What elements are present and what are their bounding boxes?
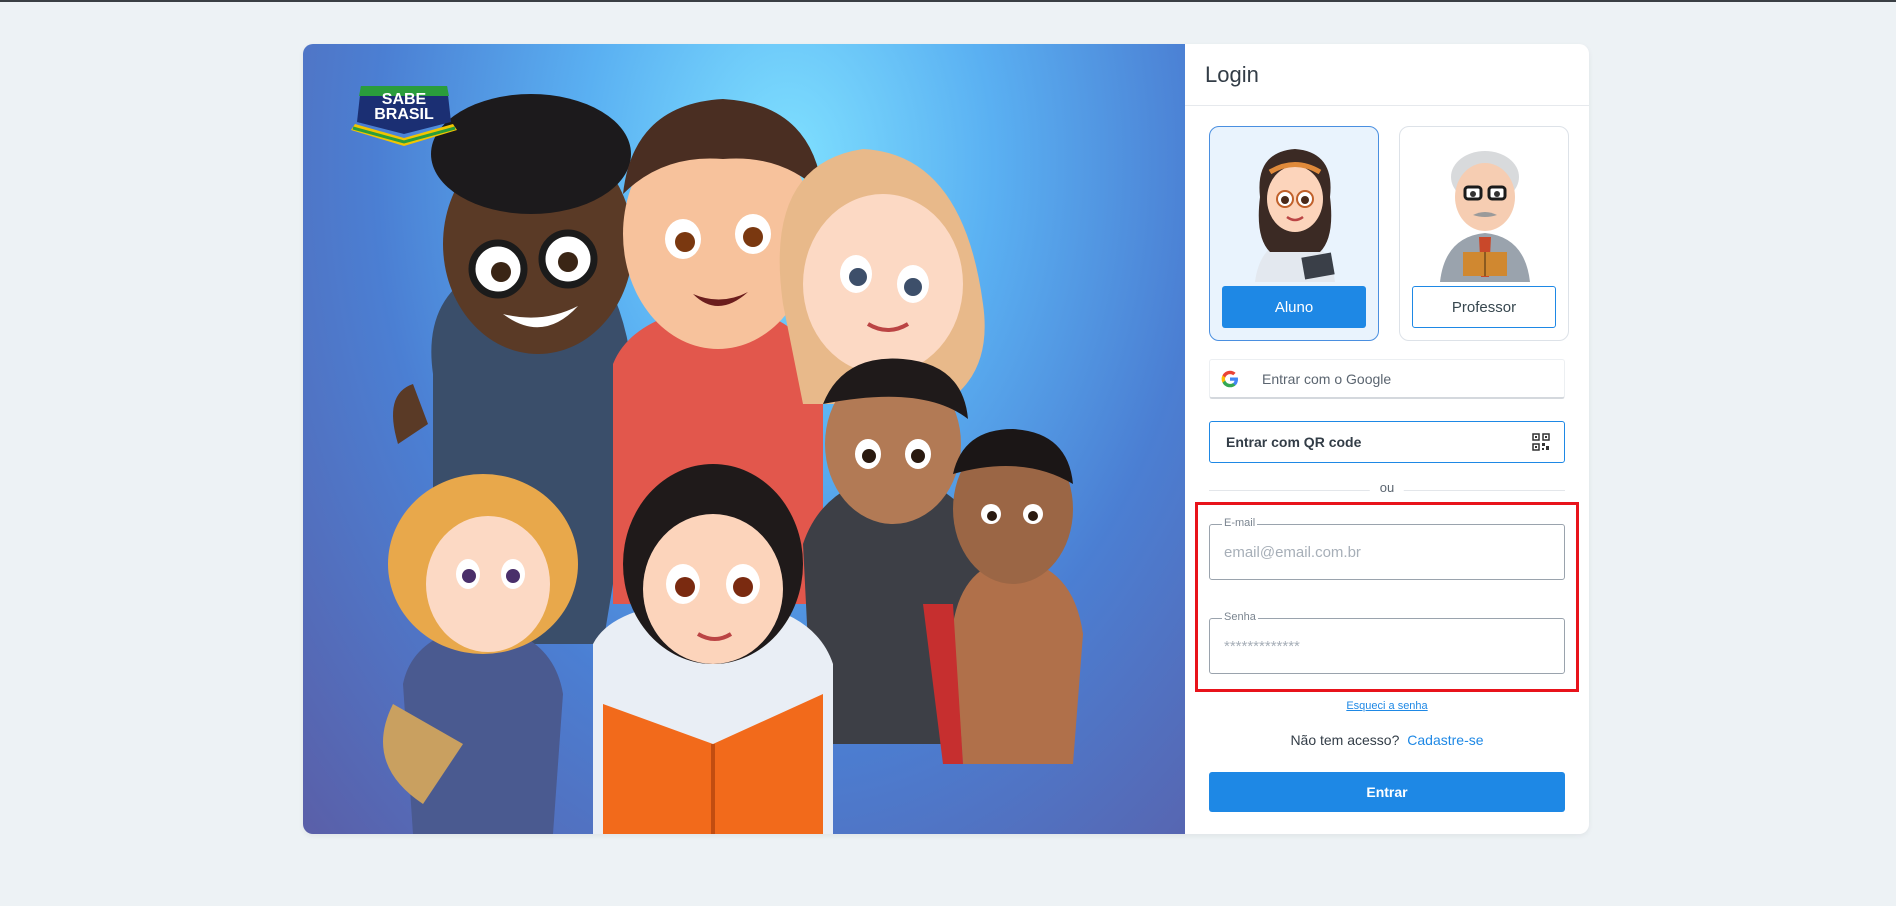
girl-curly-figure: [383, 474, 578, 834]
qr-login-button[interactable]: Entrar com QR code: [1209, 421, 1565, 463]
signup-prompt: Não tem acesso?: [1290, 732, 1400, 748]
sabe-brasil-logo: SABE BRASIL: [347, 84, 461, 148]
login-card: SABE BRASIL Login Aluno Professor Entrar…: [303, 44, 1589, 834]
submit-button[interactable]: Entrar: [1209, 772, 1565, 812]
password-input[interactable]: [1224, 619, 1544, 673]
qr-login-label: Entrar com QR code: [1226, 434, 1362, 450]
logo-text-line1: SABE: [381, 91, 427, 108]
signup-link[interactable]: Cadastre-se: [1407, 732, 1483, 748]
teacher-avatar-icon: [1440, 151, 1530, 282]
kids-illustration: [383, 94, 1083, 834]
role-button-aluno[interactable]: Aluno: [1222, 286, 1366, 328]
google-icon: [1221, 370, 1238, 387]
logo-text-line2: BRASIL: [374, 106, 434, 123]
password-field[interactable]: Senha: [1209, 611, 1565, 674]
role-card-professor[interactable]: Professor: [1399, 126, 1569, 341]
student-avatar-icon: [1255, 149, 1335, 282]
qr-code-icon: [1532, 433, 1550, 451]
email-input[interactable]: [1224, 525, 1544, 579]
hero-illustration: SABE BRASIL: [303, 44, 1185, 834]
signup-row: Não tem acesso? Cadastre-se: [1185, 732, 1589, 748]
or-divider-label: ou: [1369, 480, 1405, 495]
login-panel: Login Aluno Professor Entrar com o Googl…: [1185, 44, 1589, 834]
forgot-password-link[interactable]: Esqueci a senha: [1185, 700, 1589, 712]
google-login-button[interactable]: Entrar com o Google: [1209, 359, 1565, 399]
email-field[interactable]: E-mail: [1209, 517, 1565, 580]
page-title: Login: [1185, 44, 1589, 106]
google-login-label: Entrar com o Google: [1262, 370, 1392, 387]
role-card-aluno[interactable]: Aluno: [1209, 126, 1379, 341]
or-divider: ou: [1209, 480, 1565, 496]
role-button-professor[interactable]: Professor: [1412, 286, 1556, 328]
